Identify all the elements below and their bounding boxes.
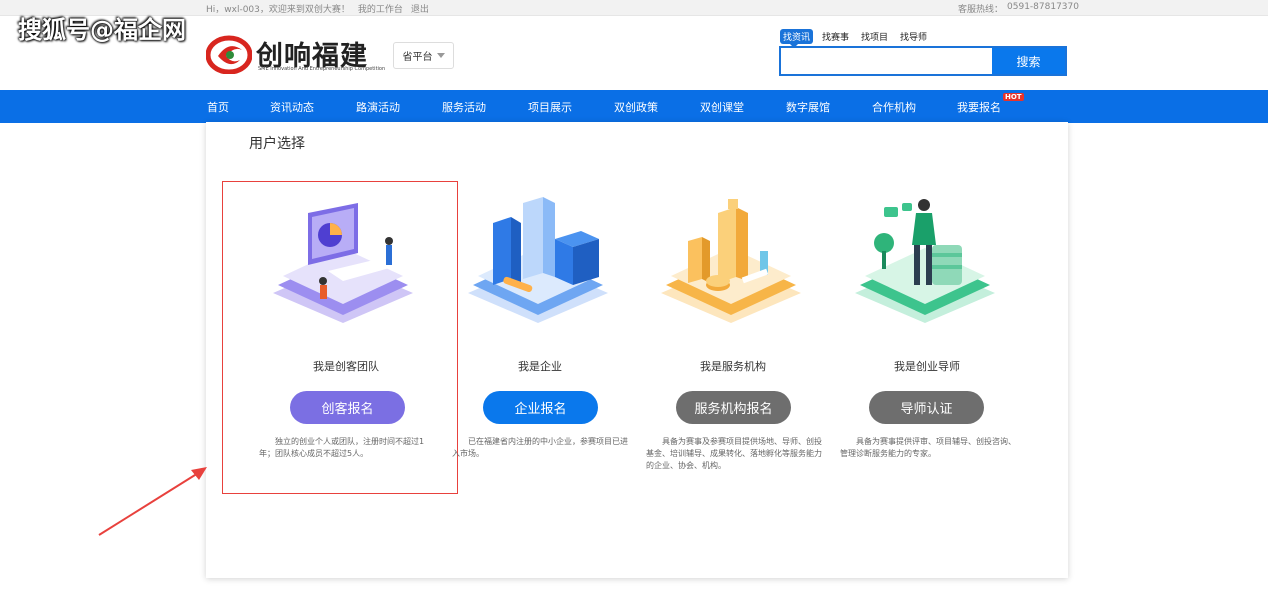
- nav-item-home[interactable]: 首页: [207, 99, 229, 115]
- search-tab-projects[interactable]: 找项目: [858, 29, 891, 44]
- service-org-register-button[interactable]: 服务机构报名: [676, 391, 791, 424]
- main-nav: 首页 资讯动态 路演活动 服务活动 项目展示 双创政策 双创课堂 数字展馆 合作…: [0, 90, 1268, 123]
- search-tab-events[interactable]: 找赛事: [819, 29, 852, 44]
- role-label-enterprise: 我是企业: [518, 360, 562, 373]
- enterprise-illustration: [468, 197, 608, 323]
- search-button[interactable]: 搜索: [992, 48, 1065, 74]
- nav-item-partners[interactable]: 合作机构: [872, 99, 916, 115]
- role-label-service-org: 我是服务机构: [700, 360, 766, 373]
- role-desc-mentor: 具备为赛事提供评审、项目辅导、创投咨询、管理诊断服务能力的专家。: [840, 437, 1016, 458]
- site-logo[interactable]: 创响福建 SME Innovation And Entrepreneurship…: [206, 32, 385, 76]
- annotation-arrow-icon: [98, 467, 207, 536]
- logo-subtitle: SME Innovation And Entrepreneurship Comp…: [258, 66, 386, 72]
- hotline-label: 客服热线：: [958, 5, 1004, 15]
- role-label-maker: 我是创客团队: [313, 360, 379, 373]
- nav-item-policy[interactable]: 双创政策: [614, 99, 658, 115]
- maker-register-button[interactable]: 创客报名: [290, 391, 405, 424]
- mentor-certify-button[interactable]: 导师认证: [869, 391, 984, 424]
- mentor-illustration: [855, 199, 995, 323]
- search-tab-news[interactable]: 找资讯: [780, 29, 814, 48]
- hotline-number: 0591-87817370: [1007, 2, 1079, 12]
- search-tabs: 找资讯 找赛事 找项目 找导师: [780, 29, 930, 48]
- service-org-illustration: [661, 199, 801, 323]
- nav-item-digital-hall[interactable]: 数字展馆: [786, 99, 830, 115]
- nav-item-roadshow[interactable]: 路演活动: [356, 99, 400, 115]
- nav-item-register-label: 我要报名: [957, 101, 1001, 114]
- role-label-mentor: 我是创业导师: [894, 360, 960, 373]
- search-tab-mentors[interactable]: 找导师: [897, 29, 930, 44]
- platform-select[interactable]: 省平台: [393, 42, 454, 69]
- nav-item-classroom[interactable]: 双创课堂: [700, 99, 744, 115]
- logout-link[interactable]: 退出: [411, 2, 429, 15]
- nav-item-news[interactable]: 资讯动态: [270, 99, 314, 115]
- role-desc-maker: 独立的创业个人或团队，注册时间不超过1年；团队核心成员不超过5人。: [259, 437, 425, 458]
- maker-team-illustration: [273, 203, 413, 323]
- nav-item-projects[interactable]: 项目展示: [528, 99, 572, 115]
- nav-item-service-events[interactable]: 服务活动: [442, 99, 486, 115]
- role-desc-service-org: 具备为赛事及参赛项目提供场地、导师、创投基金、培训辅导、成果转化、落地孵化等服务…: [646, 437, 822, 470]
- role-desc-enterprise: 已在福建省内注册的中小企业，参赛项目已进入市场。: [452, 437, 628, 458]
- hot-badge: HOT: [1003, 93, 1024, 101]
- watermark-text: 搜狐号@福企网: [18, 16, 186, 44]
- greeting-text: Hi，wxl-003，欢迎来到双创大赛！: [206, 5, 350, 15]
- enterprise-register-button[interactable]: 企业报名: [483, 391, 598, 424]
- top-bar: Hi，wxl-003，欢迎来到双创大赛！ 我的工作台 退出 客服热线： 0591-…: [0, 0, 1268, 16]
- logo-swirl-icon: [206, 35, 252, 74]
- nav-item-register[interactable]: 我要报名 HOT: [957, 93, 1024, 115]
- workbench-link[interactable]: 我的工作台: [358, 2, 403, 15]
- chevron-down-icon: [436, 53, 445, 58]
- section-title: 用户选择: [249, 136, 305, 152]
- platform-select-value: 省平台: [402, 52, 433, 63]
